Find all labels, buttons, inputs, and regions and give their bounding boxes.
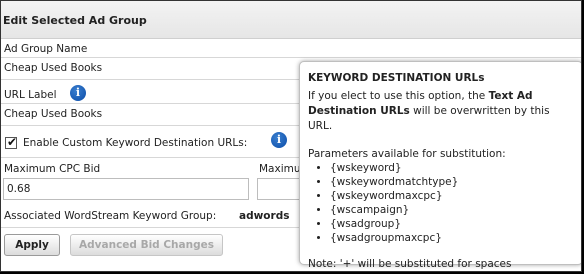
- tooltip-params-label: Parameters available for substitution:: [308, 148, 506, 160]
- tooltip-title: KEYWORD DESTINATION URLs: [308, 72, 485, 84]
- ad-group-name-label: Ad Group Name: [4, 43, 88, 55]
- apply-button[interactable]: Apply: [4, 234, 60, 256]
- info-icon[interactable]: i: [70, 85, 86, 101]
- info-icon[interactable]: i: [271, 132, 287, 148]
- max-cpc-input[interactable]: 0.68: [3, 178, 249, 200]
- list-item: {wsadgroup}: [330, 217, 574, 231]
- tooltip-description: If you elect to use this option, the Tex…: [308, 89, 574, 134]
- panel-header: Edit Selected Ad Group: [1, 1, 581, 39]
- keyword-destination-urls-tooltip: KEYWORD DESTINATION URLs If you elect to…: [299, 61, 581, 270]
- list-item: {wskeyword}: [330, 161, 574, 175]
- list-item: {wskeywordmaxcpc}: [330, 189, 574, 203]
- enable-custom-urls-label: Enable Custom Keyword Destination URLs:: [23, 137, 248, 149]
- list-item: {wsadgroupmaxcpc}: [330, 231, 574, 245]
- associated-group-value: adwords: [239, 210, 290, 222]
- edit-ad-group-panel: Edit Selected Ad Group Ad Group Name Che…: [0, 0, 582, 272]
- url-label-input[interactable]: Cheap Used Books: [1, 104, 301, 126]
- url-label-label: URL Label: [4, 89, 57, 101]
- tooltip-desc-prefix: If you elect to use this option, the: [308, 90, 489, 102]
- list-item: {wscampaign}: [330, 203, 574, 217]
- associated-group-label: Associated WordStream Keyword Group:: [4, 210, 217, 222]
- max-cpc-label: Maximum CPC Bid: [4, 163, 101, 175]
- list-item: {wskeywordmatchtype}: [330, 175, 574, 189]
- tooltip-note: Note: '+' will be substituted for spaces: [308, 258, 512, 270]
- enable-custom-urls-checkbox[interactable]: ✔: [5, 135, 18, 149]
- ad-group-name-input[interactable]: Cheap Used Books: [1, 58, 301, 80]
- panel-title: Edit Selected Ad Group: [3, 14, 147, 27]
- max-content-cpc-label: Maximu: [259, 163, 301, 175]
- advanced-bid-changes-button[interactable]: Advanced Bid Changes: [70, 234, 223, 256]
- checkmark-icon: ✔: [7, 135, 18, 149]
- max-content-cpc-input[interactable]: [257, 178, 301, 200]
- tooltip-params-list: {wskeyword} {wskeywordmatchtype} {wskeyw…: [330, 161, 574, 245]
